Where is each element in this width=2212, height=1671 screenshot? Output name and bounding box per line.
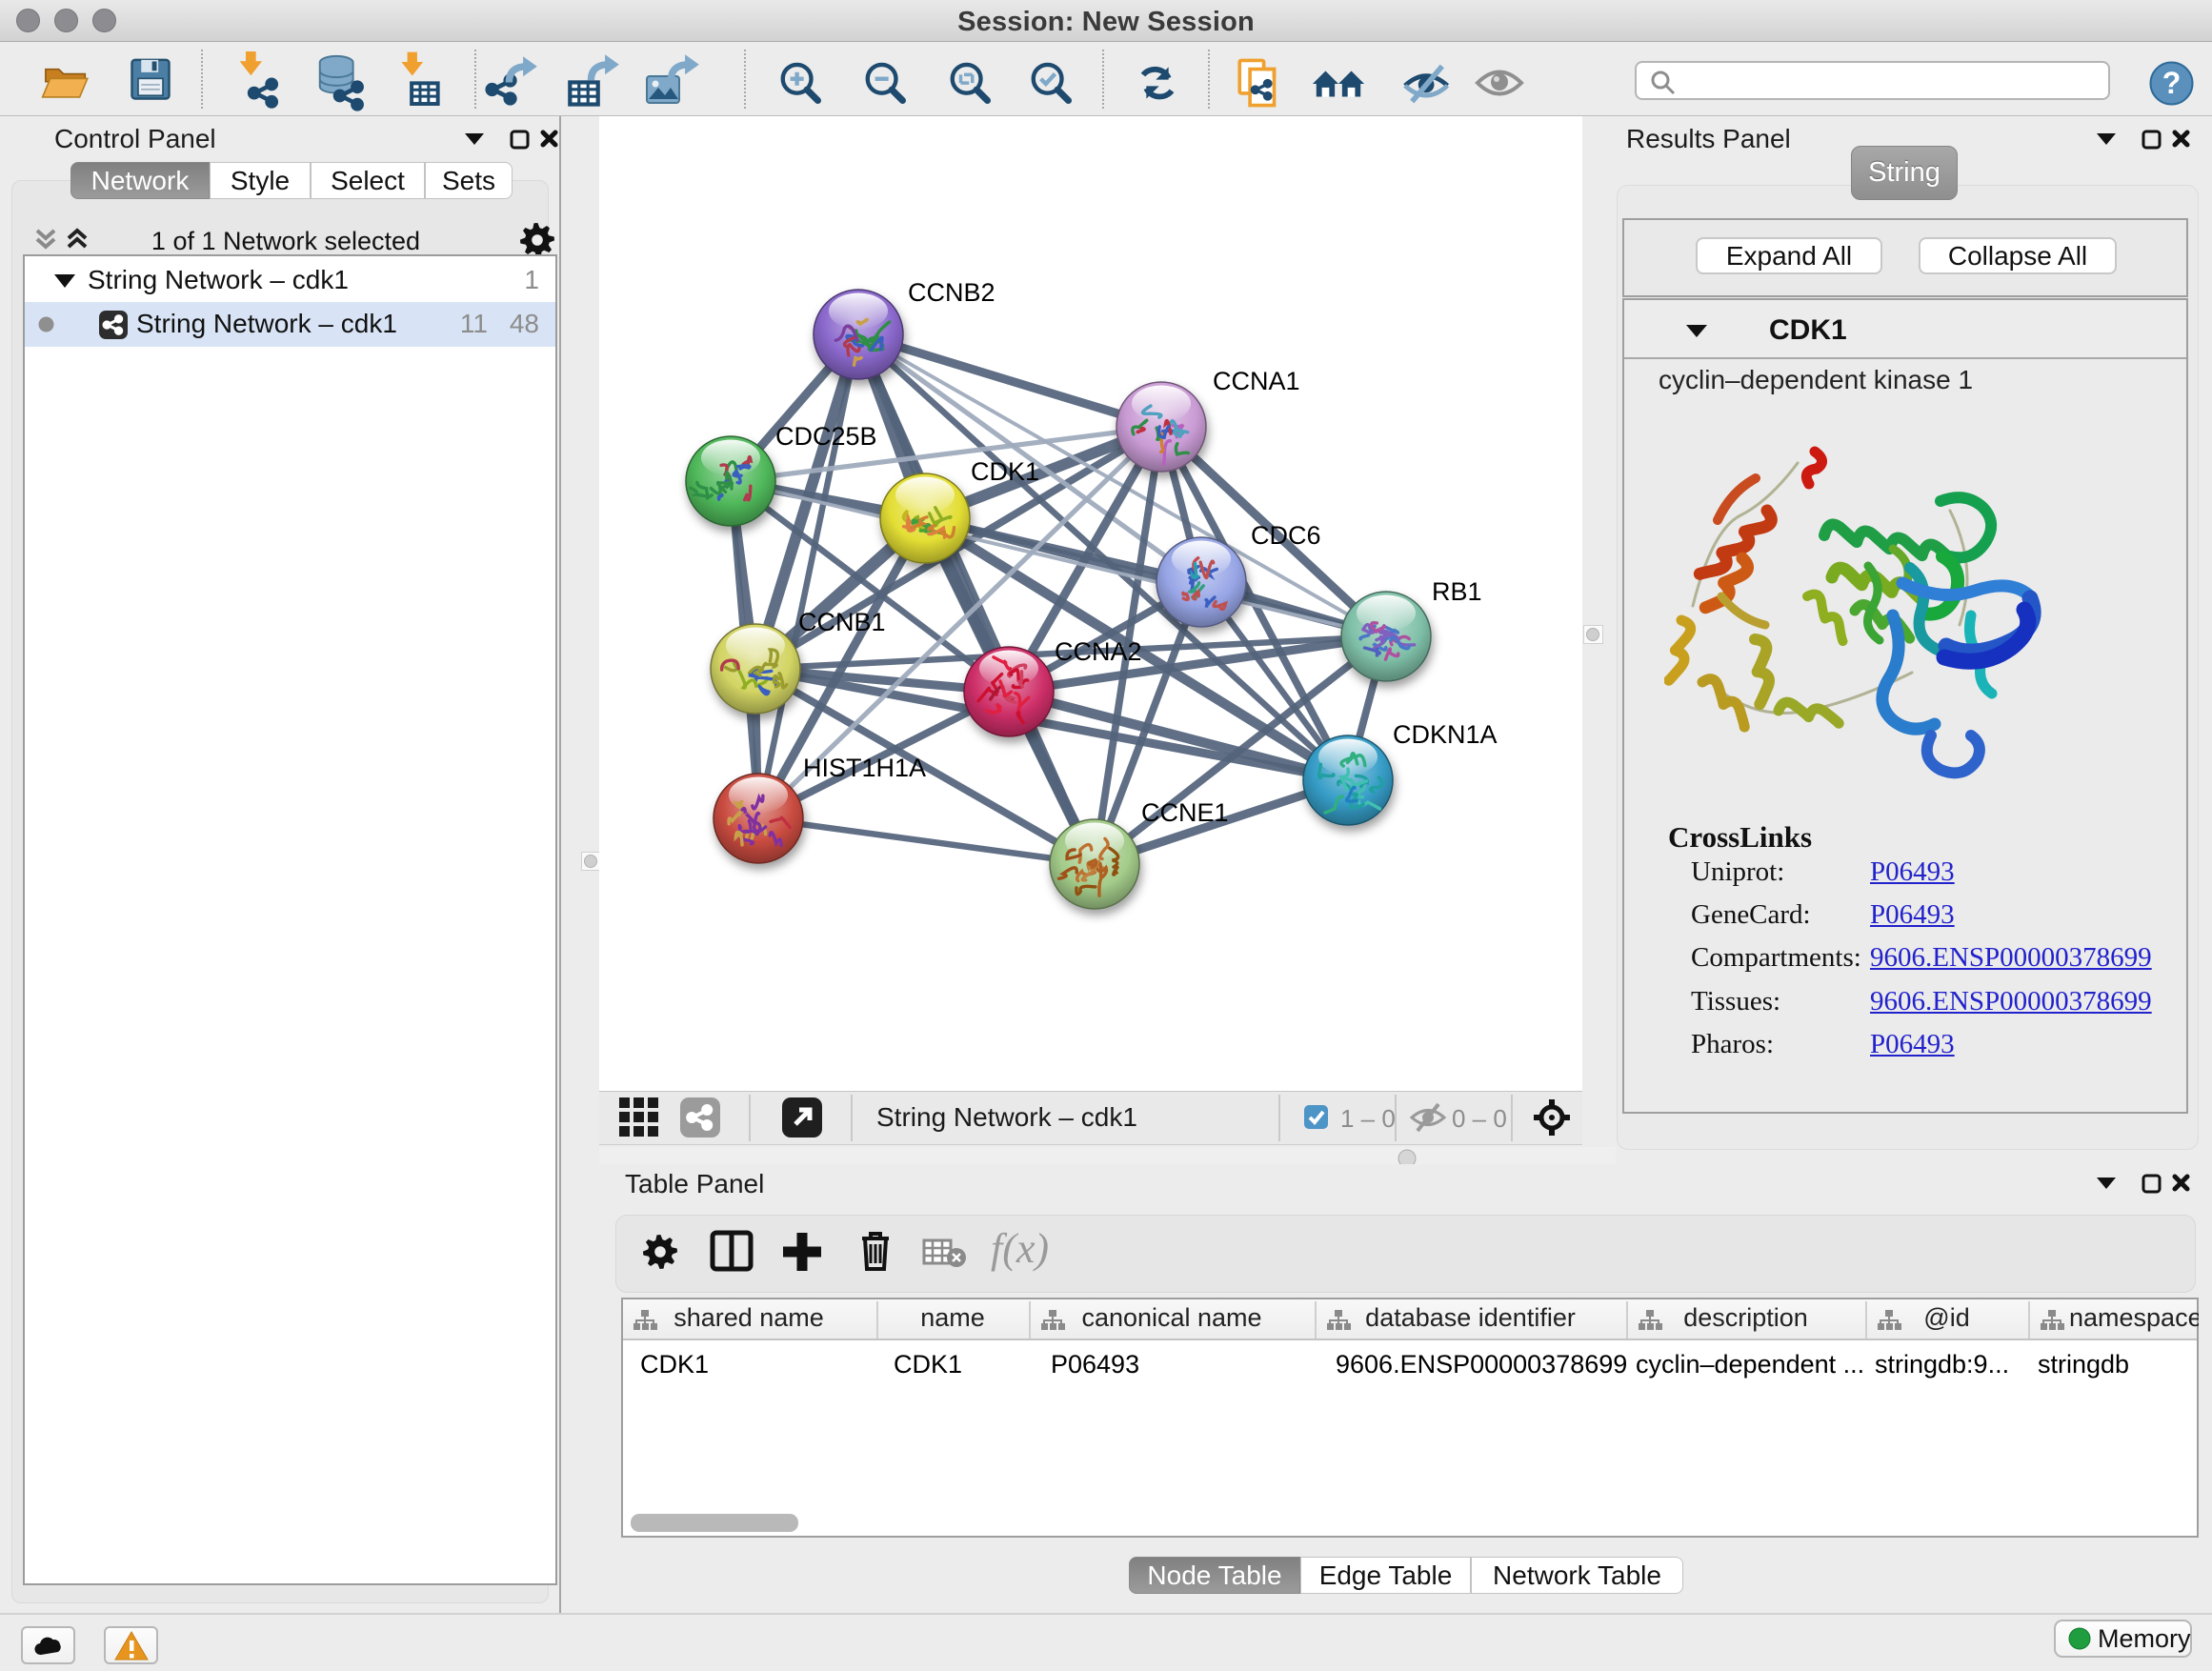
svg-text:CDC6: CDC6	[1251, 521, 1321, 550]
svg-text:CCNA1: CCNA1	[1213, 367, 1300, 395]
svg-text:RB1: RB1	[1432, 577, 1482, 606]
svg-text:CCNE1: CCNE1	[1141, 798, 1229, 827]
svg-text:CCNA2: CCNA2	[1055, 637, 1142, 666]
svg-text:?: ?	[2162, 66, 2182, 100]
svg-text:CDK1: CDK1	[971, 457, 1039, 486]
svg-text:CCNB1: CCNB1	[798, 608, 886, 636]
svg-text:CDKN1A: CDKN1A	[1393, 720, 1498, 749]
svg-text:CCNB2: CCNB2	[908, 278, 995, 307]
svg-text:HIST1H1A: HIST1H1A	[803, 754, 926, 782]
svg-text:CDC25B: CDC25B	[775, 422, 877, 451]
